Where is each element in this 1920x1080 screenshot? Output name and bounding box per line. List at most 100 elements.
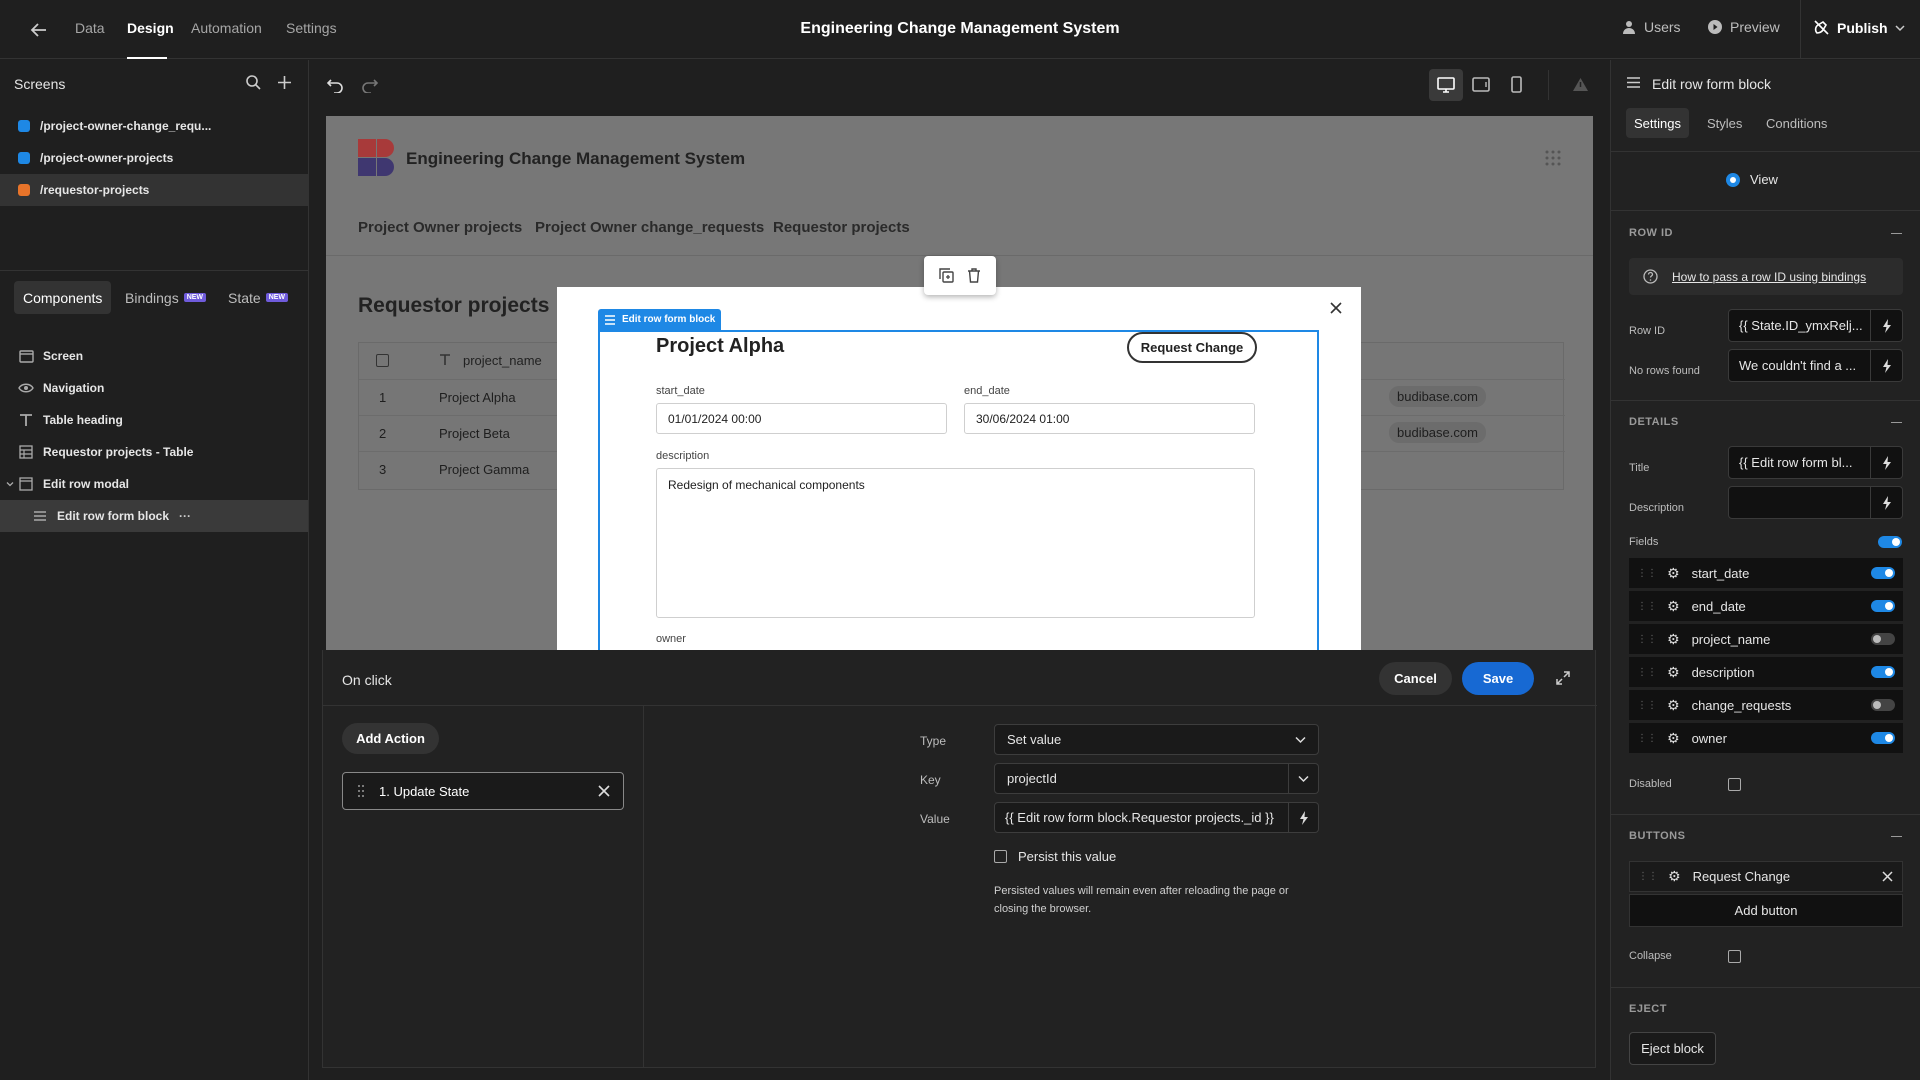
more-icon[interactable]: ··· [179,509,191,523]
cancel-button[interactable]: Cancel [1379,662,1452,695]
form-block-label[interactable]: Edit row form block [598,309,722,330]
drag-handle-icon[interactable]: ⋮⋮ [1638,871,1658,882]
tree-item-navigation[interactable]: Navigation [0,372,308,404]
disabled-checkbox[interactable] [1728,778,1741,791]
title-input[interactable]: {{ Edit row form bl... [1728,446,1871,479]
preview-nav-link[interactable]: Project Owner change_requests [535,219,764,236]
fields-toggle[interactable] [1878,536,1902,548]
binding-bolt-icon[interactable] [1871,486,1903,519]
field-toggle[interactable] [1871,666,1895,678]
field-row[interactable]: ⋮⋮ ⚙ owner [1629,723,1903,753]
description-input[interactable] [1728,486,1871,519]
drag-handle-icon[interactable]: ⋮⋮ [1637,601,1657,612]
key-dropdown[interactable] [1289,763,1319,794]
collapse-icon[interactable] [1891,233,1902,234]
preview-button[interactable]: Preview [1707,19,1780,35]
field-toggle[interactable] [1871,600,1895,612]
nav-data[interactable]: Data [75,20,105,36]
tab-settings[interactable]: Settings [1626,108,1689,138]
key-input[interactable]: projectId [994,763,1289,794]
nav-automation[interactable]: Automation [191,20,262,36]
add-action-button[interactable]: Add Action [342,723,439,754]
eject-block-button[interactable]: Eject block [1629,1032,1716,1065]
redo-icon[interactable] [361,77,379,93]
tab-conditions[interactable]: Conditions [1758,108,1835,138]
field-row[interactable]: ⋮⋮ ⚙ description [1629,657,1903,687]
tree-item-edit-row-form-block[interactable]: Edit row form block ··· [0,500,308,532]
binding-bolt-icon[interactable] [1289,802,1319,833]
remove-button-icon[interactable] [1882,871,1893,882]
persist-checkbox[interactable] [994,850,1007,863]
screen-item[interactable]: /project-owner-projects [0,142,308,174]
tab-state[interactable]: State NEW [219,281,297,314]
start-date-input[interactable]: 01/01/2024 00:00 [656,403,947,434]
add-button-button[interactable]: Add button [1629,894,1903,927]
gear-icon[interactable]: ⚙ [1667,565,1680,582]
field-toggle[interactable] [1871,732,1895,744]
gear-icon[interactable]: ⚙ [1667,697,1680,714]
collapse-icon[interactable] [1891,422,1902,423]
request-change-button[interactable]: Request Change [1127,332,1257,363]
collapse-icon[interactable] [1891,836,1902,837]
no-rows-input[interactable]: We couldn't find a ... [1728,349,1871,382]
select-all-checkbox[interactable] [376,354,389,367]
end-date-input[interactable]: 30/06/2024 01:00 [964,403,1255,434]
field-toggle[interactable] [1871,699,1895,711]
field-row[interactable]: ⋮⋮ ⚙ project_name [1629,624,1903,654]
arrow-left-icon[interactable] [28,19,50,41]
gear-icon[interactable]: ⚙ [1667,598,1680,615]
tree-item-edit-row-modal[interactable]: Edit row modal [0,468,308,500]
screen-item-selected[interactable]: /requestor-projects [0,174,308,206]
save-button[interactable]: Save [1462,662,1534,695]
field-row[interactable]: ⋮⋮ ⚙ change_requests [1629,690,1903,720]
users-button[interactable]: Users [1621,19,1681,35]
drag-handle-icon[interactable]: ⋮⋮ [1637,667,1657,678]
publish-button[interactable]: Publish [1813,19,1905,36]
drag-handle-icon[interactable]: ⋮⋮ [1637,634,1657,645]
tree-item-table[interactable]: Requestor projects - Table [0,436,308,468]
value-input[interactable]: {{ Edit row form block.Requestor project… [994,802,1289,833]
tree-item-table-heading[interactable]: Table heading [0,404,308,436]
field-row[interactable]: ⋮⋮ ⚙ start_date [1629,558,1903,588]
gear-icon[interactable]: ⚙ [1668,868,1681,885]
add-screen-icon[interactable] [276,74,293,91]
field-toggle[interactable] [1871,567,1895,579]
gear-icon[interactable]: ⚙ [1667,631,1680,648]
search-icon[interactable] [245,74,262,91]
action-item[interactable]: 1. Update State [342,772,624,810]
trash-icon[interactable] [967,268,981,283]
tree-item-screen[interactable]: Screen [0,340,308,372]
warning-icon[interactable] [1572,77,1589,92]
row-id-input[interactable]: {{ State.ID_ymxRelj... [1728,309,1871,342]
type-select[interactable]: Set value [994,724,1319,755]
tab-styles[interactable]: Styles [1699,108,1750,138]
close-icon[interactable] [1329,301,1343,315]
field-row[interactable]: ⋮⋮ ⚙ end_date [1629,591,1903,621]
binding-bolt-icon[interactable] [1871,349,1903,382]
duplicate-icon[interactable] [939,268,954,283]
grid-icon[interactable] [1545,150,1561,166]
binding-bolt-icon[interactable] [1871,309,1903,342]
form-block[interactable]: Project Alpha Request Change start_date … [598,330,1319,660]
tab-bindings[interactable]: Bindings NEW [116,281,215,314]
gear-icon[interactable]: ⚙ [1667,730,1680,747]
remove-action-icon[interactable] [598,785,610,797]
view-radio[interactable]: View [1726,172,1778,187]
expand-icon[interactable] [1555,670,1571,686]
nav-settings[interactable]: Settings [286,20,337,36]
field-toggle[interactable] [1871,633,1895,645]
preview-nav-link[interactable]: Requestor projects [773,219,910,236]
collapse-checkbox[interactable] [1728,950,1741,963]
drag-handle-icon[interactable]: ⋮⋮ [1637,700,1657,711]
undo-icon[interactable] [326,77,344,93]
drag-handle-icon[interactable]: ⋮⋮ [1637,733,1657,744]
tablet-view-icon[interactable] [1472,77,1490,92]
mobile-view-icon[interactable] [1511,76,1522,93]
drag-handle-icon[interactable]: ⋮⋮ [1637,568,1657,579]
nav-design[interactable]: Design [127,20,174,36]
gear-icon[interactable]: ⚙ [1667,664,1680,681]
help-link[interactable]: How to pass a row ID using bindings [1672,270,1866,284]
description-textarea[interactable]: Redesign of mechanical components [656,468,1255,618]
desktop-view-icon[interactable] [1429,69,1463,101]
preview-nav-link[interactable]: Project Owner projects [358,219,522,236]
